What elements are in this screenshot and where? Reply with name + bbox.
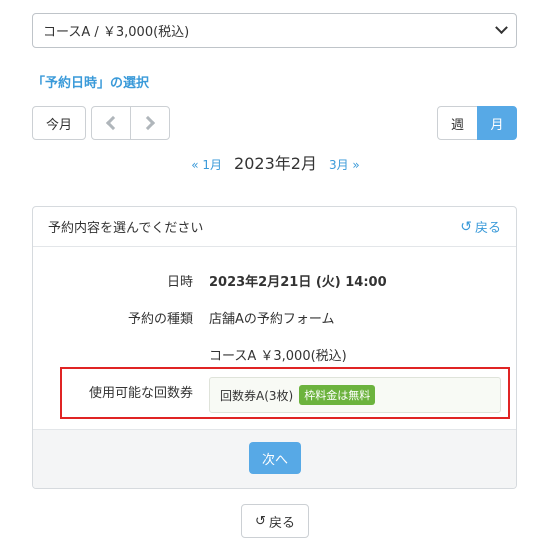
current-month: 2023年2月 bbox=[234, 154, 317, 173]
course-select-value: コースA / ￥3,000(税込) bbox=[43, 25, 190, 40]
datetime-value: 2023年2月21日 (火) 14:00 bbox=[209, 275, 387, 290]
type-label: 予約の種類 bbox=[127, 312, 193, 327]
back-button[interactable]: ↺ 戻る bbox=[241, 504, 309, 538]
chevron-down-icon bbox=[495, 21, 508, 35]
week-view-button[interactable]: 週 bbox=[437, 106, 478, 140]
panel-title: 予約内容を選んでください bbox=[48, 221, 204, 236]
type-value: 店舗Aの予約フォーム bbox=[209, 312, 335, 327]
back-button-label: 戻る bbox=[268, 515, 295, 531]
ticket-label: 使用可能な回数券 bbox=[88, 386, 193, 401]
month-view-button[interactable]: 月 bbox=[477, 106, 517, 140]
ticket-option[interactable]: 回数券A(3枚) 枠料金は無料 bbox=[209, 377, 501, 413]
panel-back-label: 戻る bbox=[474, 221, 501, 236]
course-value: コースA ￥3,000(税込) bbox=[209, 349, 347, 364]
free-badge: 枠料金は無料 bbox=[299, 385, 376, 405]
next-month-link[interactable]: 3月 » bbox=[329, 156, 360, 173]
prev-month-link[interactable]: « 1月 bbox=[191, 156, 222, 173]
course-select[interactable]: コースA / ￥3,000(税込) bbox=[32, 13, 517, 48]
ticket-value: 回数券A(3枚) bbox=[220, 388, 294, 403]
undo-icon: ↺ bbox=[255, 513, 266, 529]
next-button[interactable] bbox=[130, 106, 170, 140]
prev-button[interactable] bbox=[91, 106, 131, 140]
datetime-label: 日時 bbox=[166, 275, 193, 290]
section-title: 「予約日時」の選択 bbox=[32, 76, 150, 91]
reservation-panel: 予約内容を選んでください ↺ 戻る 日時 2023年2月21日 (火) 14:0… bbox=[32, 206, 517, 489]
next-step-button[interactable]: 次へ bbox=[249, 442, 301, 474]
panel-header: 予約内容を選んでください ↺ 戻る bbox=[33, 207, 516, 247]
month-navigation: « 1月 2023年2月 3月 » bbox=[0, 150, 551, 174]
panel-footer: 次へ bbox=[33, 429, 516, 488]
chevron-left-icon bbox=[105, 115, 121, 131]
panel-back-link[interactable]: ↺ 戻る bbox=[460, 217, 501, 237]
today-button[interactable]: 今月 bbox=[32, 106, 86, 140]
undo-icon: ↺ bbox=[460, 218, 472, 235]
chevron-right-icon bbox=[140, 115, 156, 131]
